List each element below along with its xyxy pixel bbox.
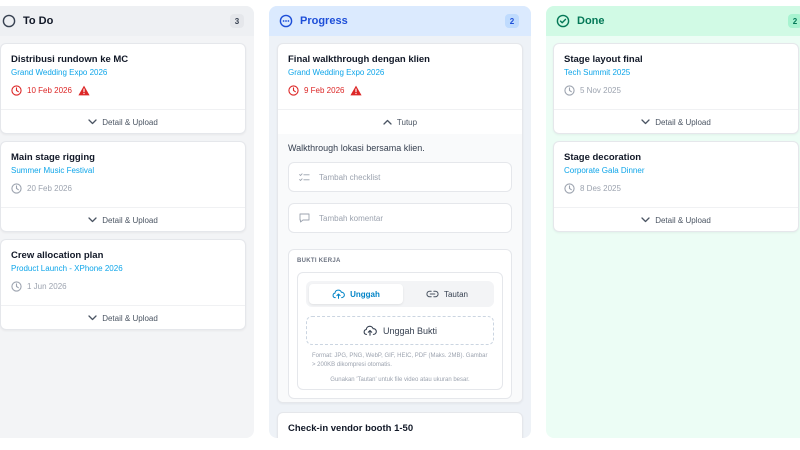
task-event-link[interactable]: Grand Wedding Expo 2026 bbox=[11, 68, 107, 77]
toggle-label: Detail & Upload bbox=[655, 117, 711, 127]
check-circle-icon bbox=[556, 14, 570, 28]
column-count-badge: 2 bbox=[788, 14, 800, 28]
circle-icon bbox=[2, 14, 16, 28]
column-title: To Do bbox=[23, 15, 54, 27]
toggle-label: Tutup bbox=[396, 117, 418, 127]
comment-icon bbox=[299, 213, 310, 223]
detail-upload-toggle[interactable]: Detail & Upload bbox=[1, 305, 245, 329]
cloud-upload-icon bbox=[363, 325, 377, 336]
task-date-text: 1 Jun 2026 bbox=[27, 282, 67, 291]
upload-mode-tabs: Unggah Tautan bbox=[306, 281, 494, 307]
toggle-label: Detail & Upload bbox=[655, 215, 711, 225]
clock-icon bbox=[11, 183, 22, 194]
column-done: Done 2 Stage layout final Tech Summit 20… bbox=[546, 6, 800, 438]
task-card[interactable]: Distribusi rundown ke MC Grand Wedding E… bbox=[0, 43, 246, 134]
task-card[interactable]: Stage layout final Tech Summit 2025 5 No… bbox=[553, 43, 799, 134]
task-date-text: 20 Feb 2026 bbox=[27, 184, 72, 193]
link-icon bbox=[426, 290, 439, 298]
task-date-text: 8 Des 2025 bbox=[580, 184, 621, 193]
add-comment-input[interactable]: Tambah komentar bbox=[288, 203, 512, 233]
proof-of-work-section: BUKTI KERJA Unggah Tautan Unggah Bukti F… bbox=[288, 249, 512, 399]
task-detail-panel: Walkthrough lokasi bersama klien. Tambah… bbox=[278, 134, 522, 402]
task-title: Check-in vendor booth 1-50 bbox=[288, 423, 414, 434]
tab-upload[interactable]: Unggah bbox=[309, 284, 403, 304]
clock-icon bbox=[564, 85, 575, 96]
toggle-label: Detail & Upload bbox=[102, 117, 158, 127]
chevron-down-icon bbox=[641, 217, 650, 223]
task-due-date: 8 Des 2025 bbox=[564, 183, 621, 194]
dots-circle-icon bbox=[279, 14, 293, 28]
task-card[interactable]: Crew allocation plan Product Launch - XP… bbox=[0, 239, 246, 330]
tab-upload-label: Unggah bbox=[350, 289, 380, 299]
detail-upload-toggle[interactable]: Detail & Upload bbox=[1, 207, 245, 231]
chevron-up-icon bbox=[383, 119, 392, 125]
chevron-down-icon bbox=[88, 315, 97, 321]
clock-icon bbox=[11, 85, 22, 96]
task-title: Stage layout final bbox=[564, 54, 643, 65]
task-date-text: 9 Feb 2026 bbox=[304, 86, 345, 95]
dropzone-label: Unggah Bukti bbox=[382, 325, 438, 336]
proof-upload-box: Unggah Tautan Unggah Bukti Format: JPG, … bbox=[297, 272, 503, 390]
comment-placeholder: Tambah komentar bbox=[319, 213, 384, 223]
task-card-expanded[interactable]: Final walkthrough dengan klien Grand Wed… bbox=[277, 43, 523, 403]
column-header-todo: To Do 3 bbox=[0, 6, 254, 36]
detail-upload-toggle[interactable]: Detail & Upload bbox=[554, 109, 798, 133]
task-description: Walkthrough lokasi bersama klien. bbox=[288, 143, 425, 153]
task-due-date: 1 Jun 2026 bbox=[11, 281, 67, 292]
checklist-placeholder: Tambah checklist bbox=[319, 172, 381, 182]
task-due-date: 20 Feb 2026 bbox=[11, 183, 72, 194]
column-count-badge: 2 bbox=[505, 14, 519, 28]
clock-icon bbox=[11, 281, 22, 292]
checklist-icon bbox=[299, 172, 310, 182]
clock-icon bbox=[288, 85, 299, 96]
tab-link[interactable]: Tautan bbox=[403, 284, 491, 304]
task-card[interactable]: Stage decoration Corporate Gala Dinner 8… bbox=[553, 141, 799, 232]
task-card[interactable]: Check-in vendor booth 1-50 bbox=[277, 412, 523, 438]
close-detail-toggle[interactable]: Tutup bbox=[278, 109, 522, 134]
task-title: Final walkthrough dengan klien bbox=[288, 54, 430, 65]
add-checklist-input[interactable]: Tambah checklist bbox=[288, 162, 512, 192]
chevron-down-icon bbox=[641, 119, 650, 125]
clock-icon bbox=[564, 183, 575, 194]
toggle-label: Detail & Upload bbox=[102, 215, 158, 225]
upload-proof-dropzone[interactable]: Unggah Bukti bbox=[306, 316, 494, 345]
task-title: Crew allocation plan bbox=[11, 250, 104, 261]
column-title: Progress bbox=[300, 15, 348, 27]
detail-upload-toggle[interactable]: Detail & Upload bbox=[554, 207, 798, 231]
column-header-progress: Progress 2 bbox=[269, 6, 531, 36]
proof-label: BUKTI KERJA bbox=[297, 258, 341, 264]
tab-link-label: Tautan bbox=[443, 289, 469, 299]
task-event-link[interactable]: Tech Summit 2025 bbox=[564, 68, 630, 77]
column-count-badge: 3 bbox=[230, 14, 244, 28]
chevron-down-icon bbox=[88, 119, 97, 125]
task-date-text: 5 Nov 2025 bbox=[580, 86, 621, 95]
column-title: Done bbox=[577, 15, 605, 27]
link-hint: Gunakan 'Tautan' untuk file video atau u… bbox=[330, 377, 470, 383]
task-due-date: 9 Feb 2026 bbox=[288, 85, 363, 96]
task-event-link[interactable]: Corporate Gala Dinner bbox=[564, 166, 644, 175]
format-note: Format: JPG, PNG, WebP, GIF, HEIC, PDF (… bbox=[312, 353, 488, 368]
chevron-down-icon bbox=[88, 217, 97, 223]
kanban-board: To Do 3 Distribusi rundown ke MC Grand W… bbox=[0, 0, 800, 450]
task-event-link[interactable]: Grand Wedding Expo 2026 bbox=[288, 68, 384, 77]
task-title: Distribusi rundown ke MC bbox=[11, 54, 129, 65]
warning-icon bbox=[350, 85, 363, 96]
task-title: Main stage rigging bbox=[11, 152, 95, 163]
task-due-date: 10 Feb 2026 bbox=[11, 85, 90, 96]
task-event-link[interactable]: Product Launch - XPhone 2026 bbox=[11, 264, 123, 273]
task-card[interactable]: Main stage rigging Summer Music Festival… bbox=[0, 141, 246, 232]
detail-upload-toggle[interactable]: Detail & Upload bbox=[1, 109, 245, 133]
column-header-done: Done 2 bbox=[546, 6, 800, 36]
toggle-label: Detail & Upload bbox=[102, 313, 158, 323]
warning-icon bbox=[78, 85, 90, 96]
task-date-text: 10 Feb 2026 bbox=[27, 86, 72, 95]
cloud-upload-icon bbox=[332, 289, 345, 299]
task-due-date: 5 Nov 2025 bbox=[564, 85, 621, 96]
column-todo: To Do 3 Distribusi rundown ke MC Grand W… bbox=[0, 6, 254, 438]
task-event-link[interactable]: Summer Music Festival bbox=[11, 166, 94, 175]
column-progress: Progress 2 Final walkthrough dengan klie… bbox=[269, 6, 531, 438]
task-title: Stage decoration bbox=[564, 152, 642, 163]
